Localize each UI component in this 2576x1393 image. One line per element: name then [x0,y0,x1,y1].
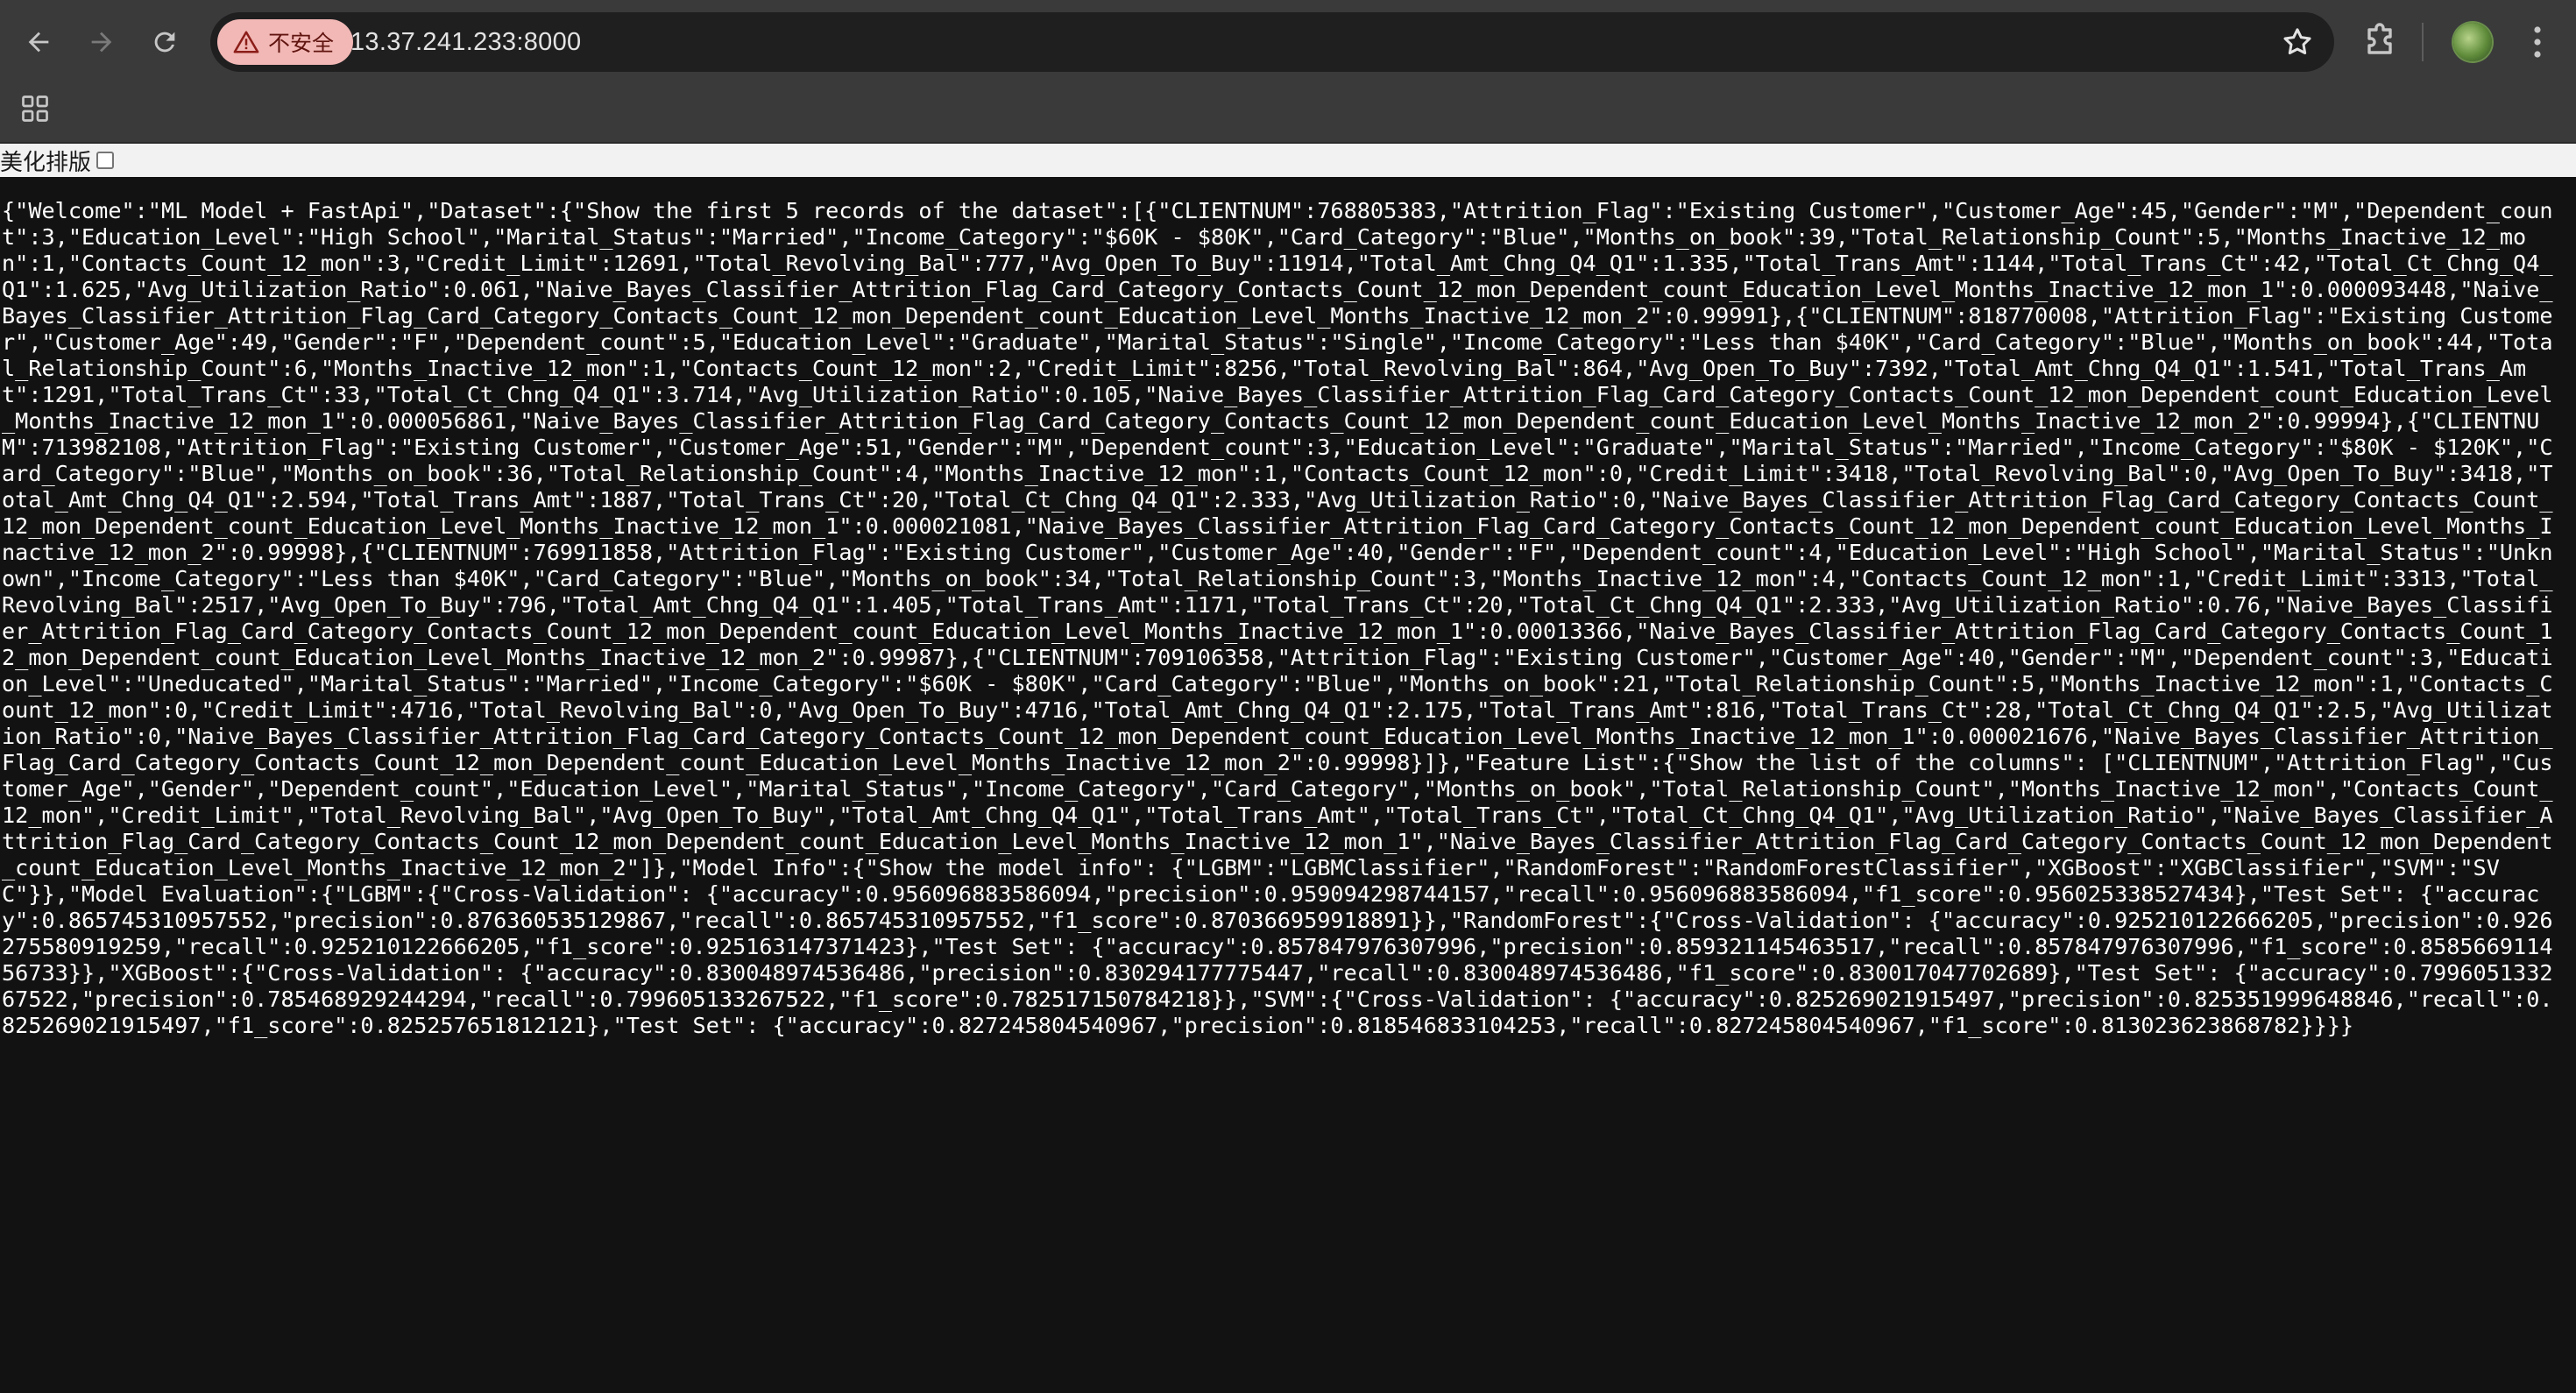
reload-button[interactable] [138,16,191,68]
forward-button[interactable] [75,16,128,68]
puzzle-icon[interactable] [2359,21,2401,63]
url-text[interactable]: 13.37.241.233:8000 [350,12,581,72]
pretty-print-bar: 美化排版 [0,144,2576,177]
apps-grid-icon[interactable] [19,93,51,124]
page-content: 美化排版 {"Welcome":"ML Model + FastApi","Da… [0,144,2576,1393]
pretty-print-checkbox[interactable] [96,152,115,169]
browser-toolbar: 不安全 13.37.241.233:8000 [0,0,2576,84]
security-chip[interactable]: 不安全 [217,19,354,65]
toolbar-divider [2422,23,2424,61]
json-response: {"Welcome":"ML Model + FastApi","Dataset… [2,198,2553,1038]
security-label: 不安全 [268,31,335,56]
arrow-right-icon [91,32,112,53]
kebab-menu-icon[interactable] [2516,21,2558,63]
back-button[interactable] [12,16,65,68]
reload-icon [154,32,175,53]
pretty-print-label[interactable]: 美化排版 [0,145,91,177]
address-bar[interactable]: 不安全 13.37.241.233:8000 [210,12,2334,72]
arrow-left-icon [28,32,49,53]
bookmarks-bar [0,84,2576,144]
warning-triangle-icon [233,31,259,53]
avatar[interactable] [2453,23,2492,61]
star-icon[interactable] [2280,25,2315,60]
